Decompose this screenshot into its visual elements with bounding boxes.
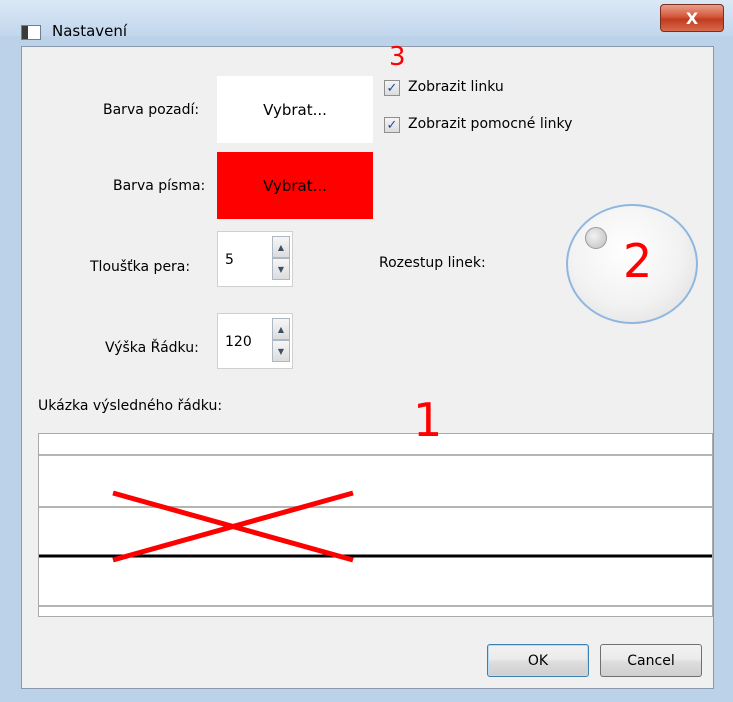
pen-thickness-label: Tloušťka pera: xyxy=(90,259,191,275)
row-height-up-arrow[interactable]: ▲ xyxy=(272,318,290,340)
row-preview xyxy=(38,433,713,617)
show-helper-lines-label: Zobrazit pomocné linky xyxy=(408,116,573,132)
dial-knob[interactable] xyxy=(585,227,607,249)
font-color-label: Barva písma: xyxy=(113,178,206,194)
pen-thickness-arrows: ▲ ▼ xyxy=(272,236,290,282)
preview-label: Ukázka výsledného řádku: xyxy=(38,398,223,414)
row-height-label: Výška Řádku: xyxy=(105,340,199,356)
window-icon xyxy=(21,25,41,40)
settings-window: Nastavení X Barva pozadí: Vybrat... Barv… xyxy=(0,0,733,702)
window-title: Nastavení xyxy=(52,22,128,40)
pen-thickness-spinbox[interactable]: 5 ▲ ▼ xyxy=(217,231,293,287)
close-button[interactable]: X xyxy=(660,4,724,32)
checkmark-icon: ✓ xyxy=(386,80,398,96)
font-color-button[interactable]: Vybrat... xyxy=(217,152,373,219)
ok-button[interactable]: OK xyxy=(487,644,589,677)
background-color-label: Barva pozadí: xyxy=(103,102,200,118)
line-spacing-label: Rozestup linek: xyxy=(379,255,486,271)
checkmark-icon: ✓ xyxy=(386,117,398,133)
row-height-down-arrow[interactable]: ▼ xyxy=(272,340,290,362)
pen-thickness-down-arrow[interactable]: ▼ xyxy=(272,258,290,280)
row-preview-canvas xyxy=(39,454,712,607)
show-line-checkbox[interactable]: ✓ xyxy=(384,80,400,96)
annotation-mark-1: 1 xyxy=(413,393,443,447)
row-height-value: 120 xyxy=(225,334,252,350)
annotation-mark-2: 2 xyxy=(623,234,653,288)
title-bar: Nastavení X xyxy=(0,0,733,40)
pen-thickness-up-arrow[interactable]: ▲ xyxy=(272,236,290,258)
row-height-arrows: ▲ ▼ xyxy=(272,318,290,364)
annotation-mark-3: 3 xyxy=(389,42,406,72)
cancel-button[interactable]: Cancel xyxy=(600,644,702,677)
pen-thickness-value: 5 xyxy=(225,252,234,268)
show-line-label: Zobrazit linku xyxy=(408,79,504,95)
background-color-button[interactable]: Vybrat... xyxy=(217,76,373,143)
row-height-spinbox[interactable]: 120 ▲ ▼ xyxy=(217,313,293,369)
show-helper-lines-checkbox[interactable]: ✓ xyxy=(384,117,400,133)
